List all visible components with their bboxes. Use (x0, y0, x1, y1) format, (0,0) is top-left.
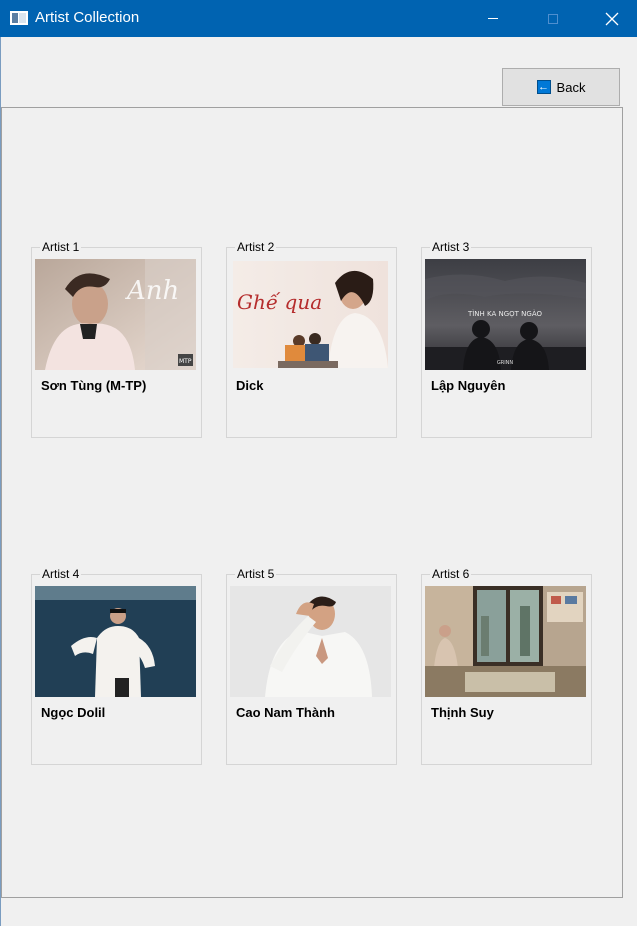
artist-name: Cao Nam Thành (236, 705, 335, 720)
artist-card-legend: Artist 4 (40, 567, 82, 581)
artist-card-6[interactable]: Artist 6 Thịnh Suy (421, 567, 592, 765)
app-icon (10, 11, 28, 25)
artist-photo[interactable]: TÌNH KA NGỌT NGÀO GRINN (425, 259, 586, 370)
artist-card-legend: Artist 5 (235, 567, 277, 581)
artist-card-legend: Artist 3 (430, 240, 472, 254)
title-bar[interactable]: Artist Collection (0, 0, 637, 37)
artist-card-4[interactable]: Artist 4 Ngọc Dolil (31, 567, 202, 765)
close-button[interactable] (589, 0, 635, 37)
artist-name: Thịnh Suy (431, 705, 494, 720)
artist-card-legend: Artist 6 (430, 567, 472, 581)
maximize-icon (548, 13, 558, 24)
artist-photo[interactable] (425, 586, 586, 697)
artist-photo[interactable] (35, 586, 196, 697)
maximize-button[interactable] (530, 0, 576, 37)
artist-panel: Artist 1 Anh MTP Sơn Tùng (M-TP) Artist … (1, 107, 623, 898)
back-button[interactable]: ← Back (502, 68, 620, 106)
minimize-icon (488, 18, 498, 19)
artist-photo[interactable] (230, 586, 391, 697)
back-button-label: Back (556, 79, 586, 95)
photo-badge-text: GRINN (497, 360, 514, 366)
artist-photo[interactable]: Anh MTP (35, 259, 196, 370)
artist-card-2[interactable]: Artist 2 Ghế qua Dick (226, 240, 397, 438)
artist-card-3[interactable]: Artist 3 TÌNH KA NGỌT NGÀO GRINN Lập Ngu… (421, 240, 592, 438)
window-title: Artist Collection (35, 9, 140, 26)
artist-name: Dick (236, 378, 264, 393)
artist-card-legend: Artist 1 (40, 240, 82, 254)
photo-overlay-text: Anh (125, 276, 179, 306)
artist-name: Ngọc Dolil (41, 705, 106, 720)
artist-card-5[interactable]: Artist 5 Cao Nam Thành (226, 567, 397, 765)
photo-overlay-text: TÌNH KA NGỌT NGÀO (467, 309, 543, 318)
minimize-button[interactable] (470, 0, 516, 37)
artist-card-legend: Artist 2 (235, 240, 277, 254)
artist-name: Lập Nguyên (431, 378, 506, 393)
close-icon (605, 12, 619, 25)
photo-badge-text: MTP (179, 358, 192, 365)
artist-name: Sơn Tùng (M-TP) (41, 378, 147, 393)
artist-photo[interactable]: Ghế qua (233, 261, 388, 368)
photo-overlay-text: Ghế qua (237, 290, 322, 314)
back-arrow-icon: ← (536, 80, 551, 94)
artist-card-1[interactable]: Artist 1 Anh MTP Sơn Tùng (M-TP) (31, 240, 202, 438)
